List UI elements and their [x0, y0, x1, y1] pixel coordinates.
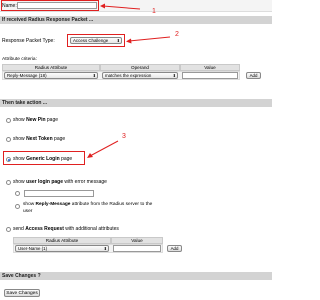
annotation-arrows	[87, 3, 171, 158]
callout-2: 2	[175, 31, 179, 38]
callout-1: 1	[152, 8, 156, 15]
arrowhead-1	[100, 3, 105, 9]
arrow-2	[128, 36, 171, 42]
arrowhead-2	[126, 38, 132, 44]
arrow-3	[89, 140, 119, 157]
arrow-1	[102, 5, 141, 10]
arrowhead-3	[87, 153, 93, 158]
callout-3: 3	[122, 133, 126, 140]
